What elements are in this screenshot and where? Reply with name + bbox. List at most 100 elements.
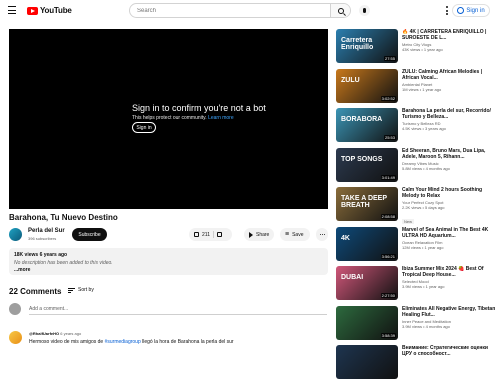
video-thumbnail[interactable]: TOP SONGS 3:01:49 — [336, 147, 398, 182]
more-horizontal-icon — [319, 234, 325, 235]
voice-search-button[interactable] — [359, 5, 370, 16]
search-input[interactable] — [130, 7, 330, 14]
player-signin-button[interactable]: Sign in — [132, 122, 156, 133]
video-thumbnail[interactable]: TAKE A DEEP BREATH 2:08:58 — [336, 187, 398, 221]
thumbnail-text: TAKE A DEEP BREATH — [341, 195, 387, 209]
video-title[interactable]: ZULU: Calming African Melodies | African… — [402, 69, 496, 81]
comment-author-handle[interactable]: @RhalfUarfeHO — [29, 331, 59, 336]
video-thumbnail[interactable]: DUBAI 2:27:50 — [336, 266, 398, 300]
video-duration: 2:27:50 — [380, 293, 396, 298]
signin-button[interactable]: Sign in — [452, 4, 490, 17]
menu-icon[interactable] — [8, 6, 16, 14]
add-comment-input[interactable]: Add a comment... — [29, 306, 327, 315]
bot-check-text: This helps protect our community. — [132, 115, 207, 121]
video-title[interactable]: Ed Sheeran, Bruno Mars, Dua Lipa, Adele,… — [402, 148, 496, 160]
comment-avatar[interactable] — [9, 331, 22, 344]
comment-text-start: Hermoso video de mis amigos de — [29, 339, 105, 345]
thumbnail-text: BORABORA — [341, 116, 383, 123]
video-title[interactable]: Calm Your Mind 2 hours Soothing Melody t… — [402, 187, 496, 199]
video-duration: 3:56:21 — [380, 253, 396, 259]
search-button[interactable] — [330, 4, 350, 17]
video-stats: 1M views • 1 year ago — [402, 86, 442, 92]
comment-text-end: llegó la hora de Barahona la perla del s… — [140, 339, 234, 345]
video-title[interactable]: Barahona La perla del sur, Recorrido/ Tu… — [402, 108, 496, 120]
learn-more-link[interactable]: Learn more — [208, 115, 234, 121]
bot-check-title: Sign in to confirm you're not a bot — [132, 103, 266, 113]
description-text: No description has been added to this vi… — [14, 260, 113, 266]
signin-label: Sign in — [466, 7, 485, 14]
video-info: Ed Sheeran, Bruno Mars, Dua Lipa, Adele,… — [402, 148, 496, 171]
thumbs-down-icon[interactable] — [216, 232, 222, 237]
video-info: 🔥 4K | CARRETERA ENRIQUILLO | SUROESTE D… — [402, 29, 496, 52]
user-icon — [457, 7, 465, 14]
video-thumbnail[interactable]: 3:58:39 — [336, 305, 398, 340]
video-stats: 3.9M views • 1 year ago — [402, 284, 445, 289]
share-button[interactable]: Share — [244, 228, 274, 241]
video-duration: 2:08:58 — [380, 214, 396, 219]
video-thumbnail[interactable]: 4K 3:56:21 — [336, 226, 398, 261]
thumbnail-text: Carretera Enriquillo — [341, 37, 374, 51]
sort-icon — [68, 287, 75, 293]
video-stats: 43K views • 1 year ago — [402, 47, 443, 52]
comment-author[interactable]: @RhalfUarfeHO 6 years ago — [29, 331, 81, 336]
video-stats: 12M views • 1 year ago — [402, 244, 444, 250]
video-duration: 25:53 — [383, 135, 396, 140]
thumbnail-text: ZULU — [341, 76, 360, 84]
channel-subscribers: 396 subscribers — [28, 236, 57, 241]
current-user-avatar — [9, 303, 21, 315]
video-thumbnail[interactable]: BORABORA 25:53 — [336, 108, 398, 142]
save-icon: ≡ — [285, 231, 290, 238]
video-info: ZULU: Calming African Melodies | African… — [402, 69, 496, 92]
video-title[interactable]: Ibiza Summer Mix 2024 🍓 Best Of Tropical… — [402, 266, 496, 278]
new-badge: New — [402, 219, 415, 224]
bot-check-subtitle: This helps protect our community. Learn … — [132, 115, 234, 121]
like-dislike-group: 211 — [189, 228, 232, 241]
video-stats: 2.2K views • 5 days ago — [402, 205, 445, 210]
youtube-logo[interactable]: YouTube — [27, 6, 72, 15]
video-duration: 3:01:49 — [380, 174, 396, 180]
video-player[interactable]: Sign in to confirm you're not a bot This… — [9, 29, 328, 209]
video-title[interactable]: Marvel of Sea Animal in The Best 4K ULTR… — [402, 227, 496, 239]
save-label: Save — [292, 231, 304, 238]
video-thumbnail[interactable]: ZULU 3:02:52 — [336, 68, 398, 103]
view-count-date: 18K views 6 years ago — [14, 252, 68, 258]
thumbnail-text: TOP SONGS — [341, 155, 383, 163]
search-icon — [337, 7, 344, 14]
like-count[interactable]: 211 — [202, 232, 210, 238]
description-box[interactable]: 18K views 6 years ago No description has… — [9, 248, 328, 275]
video-thumbnail[interactable]: Carretera Enriquillo 27:55 — [336, 29, 398, 63]
video-thumbnail[interactable] — [336, 345, 398, 379]
comment-hashtag[interactable]: #surmediagroup — [105, 339, 141, 345]
sort-by-button[interactable]: Sort by — [68, 287, 94, 293]
comment-text: Hermoso video de mis amigos de #surmedia… — [29, 339, 319, 345]
thumbs-up-icon[interactable] — [194, 232, 199, 237]
channel-name[interactable]: Perla del Sur — [28, 228, 65, 234]
more-actions-button[interactable] — [316, 228, 328, 241]
save-button[interactable]: ≡ Save — [280, 228, 310, 241]
settings-more-icon[interactable] — [446, 6, 448, 15]
subscribe-button[interactable]: Subscribe — [72, 228, 107, 241]
video-title: Barahona, Tu Nuevo Destino — [9, 213, 118, 222]
comments-count: 22 Comments — [9, 287, 62, 296]
video-title[interactable]: Внимание: Стратегические оценки ЦРУ о сп… — [402, 345, 496, 357]
video-duration: 3:02:52 — [380, 95, 396, 101]
video-info: Barahona La perla del sur, Recorrido/ Tu… — [402, 108, 496, 131]
top-bar: YouTube Sign in — [0, 0, 500, 22]
video-info: Eliminates All Negative Energy, Tibetan … — [402, 306, 496, 329]
video-info: Внимание: Стратегические оценки ЦРУ о сп… — [402, 345, 496, 357]
microphone-icon — [363, 8, 366, 13]
video-title[interactable]: Eliminates All Negative Energy, Tibetan … — [402, 306, 496, 318]
divider — [212, 231, 214, 238]
video-stats: 4.5K views • 3 years ago — [402, 126, 446, 131]
video-stats: 5.8M views • 4 months ago — [402, 165, 450, 171]
recommended-video[interactable]: Внимание: Стратегические оценки ЦРУ о сп… — [336, 345, 496, 391]
description-more[interactable]: ...more — [14, 267, 323, 273]
channel-avatar[interactable] — [9, 228, 22, 241]
comment-time: 6 years ago — [60, 331, 82, 336]
video-duration: 27:55 — [383, 56, 396, 61]
thumbnail-text: 4K — [341, 234, 350, 242]
video-title[interactable]: 🔥 4K | CARRETERA ENRIQUILLO | SUROESTE D… — [402, 29, 496, 41]
sort-label: Sort by — [78, 287, 94, 293]
video-stats: 3.9M views • 4 months ago — [402, 323, 450, 329]
search-box — [129, 3, 351, 18]
